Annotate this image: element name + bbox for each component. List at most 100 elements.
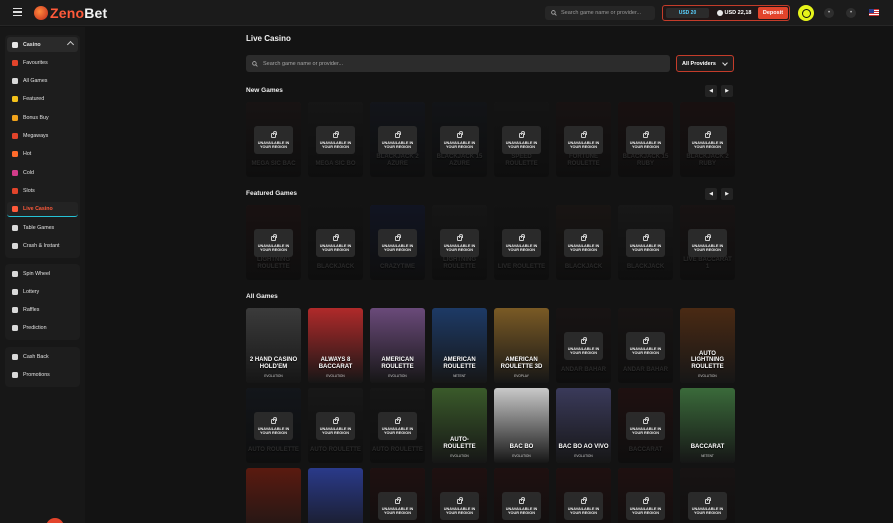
unavailable-line2: YOUR REGION: [693, 145, 721, 149]
game-card[interactable]: ALWAYS 8 BACCARAT EVOLUTION: [308, 308, 363, 383]
lock-icon: [519, 233, 525, 241]
game-card[interactable]: BAC BO AO VIVO EVOLUTION: [556, 388, 611, 463]
unavailable-line2: YOUR REGION: [445, 145, 473, 149]
sidebar-item-label: Casino: [23, 41, 41, 48]
game-provider: EVOPLAY: [514, 374, 529, 378]
game-card[interactable]: UNAVAILABLE IN YOUR REGION: [680, 468, 735, 523]
game-card[interactable]: AMERICAN ROULETTE NETENT: [432, 308, 487, 383]
sidebar-item-table-games[interactable]: Table Games: [7, 220, 78, 235]
game-card[interactable]: AUTO LIGHTNING ROULETTE EVOLUTION: [680, 308, 735, 383]
game-card[interactable]: BACCARAT NETENT: [680, 388, 735, 463]
sidebar-item-crash-instant[interactable]: Crash & Instant: [7, 238, 78, 253]
game-card[interactable]: SPEED ROULETTEUNAVAILABLE INYOUR REGION: [494, 102, 549, 177]
bell-icon[interactable]: •: [824, 8, 834, 18]
game-card[interactable]: FORTUNE ROULETTEUNAVAILABLE INYOUR REGIO…: [556, 102, 611, 177]
game-card[interactable]: BLACKJACK 15 RUBYUNAVAILABLE INYOUR REGI…: [618, 102, 673, 177]
sidebar-item-cash-back[interactable]: Cash Back: [7, 349, 78, 364]
sidebar-item-megaways[interactable]: Megaways: [7, 129, 78, 144]
game-card[interactable]: LIVE ROULETTEUNAVAILABLE INYOUR REGION: [494, 205, 549, 280]
game-card[interactable]: BAC BO EVOLUTION: [494, 388, 549, 463]
game-name: ALWAYS 8 BACCARAT: [318, 357, 353, 370]
unavailable-line2: YOUR REGION: [507, 511, 535, 515]
game-card[interactable]: LIGHTNING ROULETTEUNAVAILABLE INYOUR REG…: [246, 205, 301, 280]
game-card[interactable]: BLACKJACKUNAVAILABLE INYOUR REGION: [308, 205, 363, 280]
game-card[interactable]: BLACKJACK 2 AZUREUNAVAILABLE INYOUR REGI…: [370, 102, 425, 177]
game-card[interactable]: BLACKJACK 15 AZUREUNAVAILABLE INYOUR REG…: [432, 102, 487, 177]
game-card[interactable]: BLACKJACK 2 RUBYUNAVAILABLE INYOUR REGIO…: [680, 102, 735, 177]
unavailable-line2: YOUR REGION: [569, 145, 597, 149]
unavailable-badge: UNAVAILABLE IN YOUR REGION: [378, 492, 417, 520]
user-avatar[interactable]: [798, 5, 814, 21]
carousel-next-button[interactable]: ▶: [721, 85, 733, 97]
sidebar-item-favourites[interactable]: Favourites: [7, 55, 78, 70]
sidebar-item-spin-wheel[interactable]: Spin Wheel: [7, 266, 78, 281]
bonus-balance[interactable]: USD 20: [666, 8, 709, 18]
chevron-up-icon[interactable]: [66, 40, 75, 49]
game-thumbnail: [246, 468, 301, 523]
game-name: AUTO-ROULETTE: [443, 437, 476, 450]
game-card[interactable]: [246, 468, 301, 523]
game-card[interactable]: BLACKJACKUNAVAILABLE INYOUR REGION: [556, 205, 611, 280]
game-card[interactable]: ANDAR BAHARUNAVAILABLE INYOUR REGION: [618, 308, 673, 383]
carousel-prev-button[interactable]: ◀: [705, 188, 717, 200]
sidebar-item-raffles[interactable]: Raffles: [7, 303, 78, 318]
sidebar-item-all-games[interactable]: All Games: [7, 74, 78, 89]
sidebar-item-lottery[interactable]: Lottery: [7, 284, 78, 299]
game-card[interactable]: 2 HAND CASINO HOLD'EM EVOLUTION: [246, 308, 301, 383]
game-card[interactable]: AMERICAN ROULETTE 3D EVOPLAY: [494, 308, 549, 383]
sidebar-item-slots[interactable]: Slots: [7, 183, 78, 198]
raffle-icon: [12, 307, 18, 314]
sidebar-item-casino[interactable]: Casino: [7, 37, 78, 52]
main-balance[interactable]: USD 22,18: [712, 8, 756, 18]
deposit-button[interactable]: Deposit: [758, 7, 788, 19]
game-thumbnail: [680, 388, 735, 463]
menu-icon[interactable]: [13, 8, 22, 16]
game-card[interactable]: UNAVAILABLE IN YOUR REGION: [618, 468, 673, 523]
game-card[interactable]: ANDAR BAHARUNAVAILABLE INYOUR REGION: [556, 308, 611, 383]
sidebar-item-label: Hot: [23, 151, 32, 158]
game-card[interactable]: BLACKJACKUNAVAILABLE INYOUR REGION: [618, 205, 673, 280]
game-card[interactable]: UNAVAILABLE IN YOUR REGION: [494, 468, 549, 523]
game-card[interactable]: AUTO ROULETTEUNAVAILABLE INYOUR REGION: [246, 388, 301, 463]
sidebar-item-label: Megaways: [23, 133, 49, 139]
unavailable-badge: UNAVAILABLE IN YOUR REGION: [254, 412, 293, 440]
game-card[interactable]: BACCARATUNAVAILABLE INYOUR REGION: [618, 388, 673, 463]
game-card[interactable]: AMERICAN ROULETTE EVOLUTION: [370, 308, 425, 383]
sidebar-item-hot[interactable]: Hot: [7, 147, 78, 162]
carousel-next-button[interactable]: ▶: [721, 188, 733, 200]
zenobet-logo[interactable]: ZenoBet: [34, 5, 107, 21]
providers-dropdown[interactable]: All Providers: [676, 55, 734, 72]
sidebar-item-live-casino[interactable]: Live Casino: [7, 201, 78, 217]
game-card[interactable]: CRAZYTIMEUNAVAILABLE INYOUR REGION: [370, 205, 425, 280]
game-provider: NETENT: [453, 374, 466, 378]
game-thumbnail: [370, 308, 425, 383]
game-card[interactable]: UNAVAILABLE IN YOUR REGION: [432, 468, 487, 523]
section-title: All Games: [246, 293, 278, 300]
header-search-input[interactable]: Search game name or provider...: [545, 6, 655, 20]
sidebar-item-label: Promotions: [23, 371, 50, 378]
game-card[interactable]: [308, 468, 363, 523]
game-search-input[interactable]: Search game name or provider...: [246, 55, 670, 72]
game-card[interactable]: UNAVAILABLE IN YOUR REGION: [370, 468, 425, 523]
sidebar-item-cold[interactable]: Cold: [7, 165, 78, 180]
game-card[interactable]: LIGHTNING ROULETTEUNAVAILABLE INYOUR REG…: [432, 205, 487, 280]
sidebar-item-featured[interactable]: Featured: [7, 92, 78, 107]
game-card[interactable]: MEGA SIC BACUNAVAILABLE INYOUR REGION: [246, 102, 301, 177]
game-name: BACCARAT: [690, 443, 725, 450]
carousel-prev-button[interactable]: ◀: [705, 85, 717, 97]
sidebar-item-bonus-buy[interactable]: Bonus Buy: [7, 110, 78, 125]
game-card[interactable]: LIVE BACCARAT 1UNAVAILABLE INYOUR REGION: [680, 205, 735, 280]
game-card[interactable]: UNAVAILABLE IN YOUR REGION: [556, 468, 611, 523]
slots-icon: [12, 187, 18, 194]
sidebar-item-prediction[interactable]: Prediction: [7, 321, 78, 336]
chat-icon[interactable]: •: [846, 8, 856, 18]
unavailable-line2: YOUR REGION: [569, 248, 597, 252]
game-card[interactable]: AUTO-ROULETTE EVOLUTION: [432, 388, 487, 463]
us-flag-icon[interactable]: [869, 9, 879, 16]
sidebar-item-promotions[interactable]: Promotions: [7, 367, 78, 382]
game-card[interactable]: AUTO ROULETTEUNAVAILABLE INYOUR REGION: [308, 388, 363, 463]
unavailable-line2: YOUR REGION: [445, 248, 473, 252]
game-card[interactable]: MEGA SIC BOUNAVAILABLE INYOUR REGION: [308, 102, 363, 177]
game-card[interactable]: AUTO ROULETTEUNAVAILABLE INYOUR REGION: [370, 388, 425, 463]
lock-icon: [333, 130, 339, 138]
